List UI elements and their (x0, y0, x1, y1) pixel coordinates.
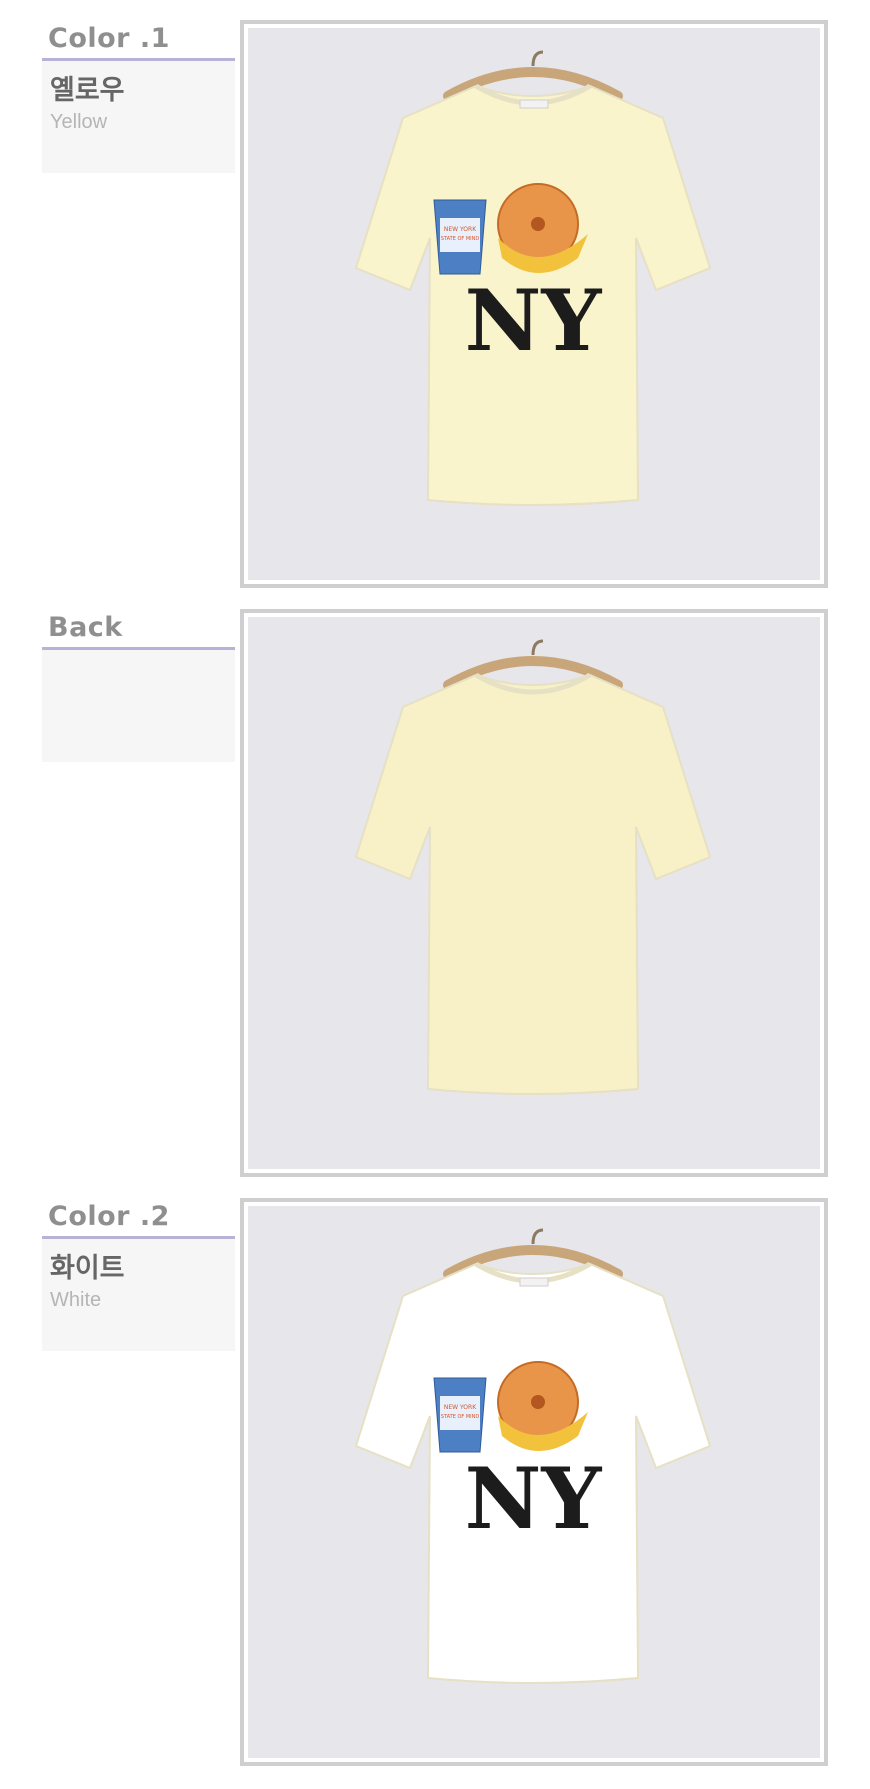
yellow-tshirt-back-photo (248, 617, 820, 1169)
product-photo-frame: NEW YORK STATE OF MIND NY (240, 20, 828, 588)
product-photo-frame (240, 609, 828, 1177)
white-tshirt-front-photo: NEW YORK STATE OF MIND NY (248, 1206, 820, 1758)
hanger-hook (531, 639, 544, 656)
print-text-ny: NY (465, 271, 603, 370)
cup-text-line: STATE OF MIND (441, 1414, 480, 1420)
tag-label-icon (519, 99, 549, 109)
product-photo-frame: NEW YORK STATE OF MIND NY (240, 1198, 828, 1766)
color-2-label-block: Color .2 화이트 White (42, 1198, 235, 1351)
color-name-box (42, 650, 235, 762)
cup-text-line: STATE OF MIND (441, 236, 480, 242)
tshirt-shape (354, 673, 712, 1095)
bagel-center (531, 217, 545, 231)
yellow-tshirt-front-photo: NEW YORK STATE OF MIND NY (248, 28, 820, 580)
cup-text-line: NEW YORK (444, 1404, 477, 1411)
coffee-cup-panel (440, 1396, 480, 1430)
back-label-block: Back (42, 609, 235, 762)
color-name-box: 화이트 White (42, 1239, 235, 1351)
coffee-cup-panel (440, 218, 480, 252)
section-title: Back (42, 609, 235, 650)
print-text-ny: NY (465, 1449, 603, 1548)
color-1-label-block: Color .1 옐로우 Yellow (42, 20, 235, 173)
hanger-hook (531, 50, 544, 67)
color-name-box: 옐로우 Yellow (42, 61, 235, 173)
section-title: Color .1 (42, 20, 235, 61)
bagel-center (531, 1395, 545, 1409)
hanger-hook (531, 1228, 544, 1245)
color-name-english: White (50, 1289, 102, 1311)
section-title: Color .2 (42, 1198, 235, 1239)
cup-text-line: NEW YORK (444, 226, 477, 233)
color-name-korean: 옐로우 (50, 75, 125, 106)
color-name-english: Yellow (50, 111, 108, 133)
color-name-korean: 화이트 (50, 1253, 125, 1284)
tag-label-icon (519, 1277, 549, 1287)
